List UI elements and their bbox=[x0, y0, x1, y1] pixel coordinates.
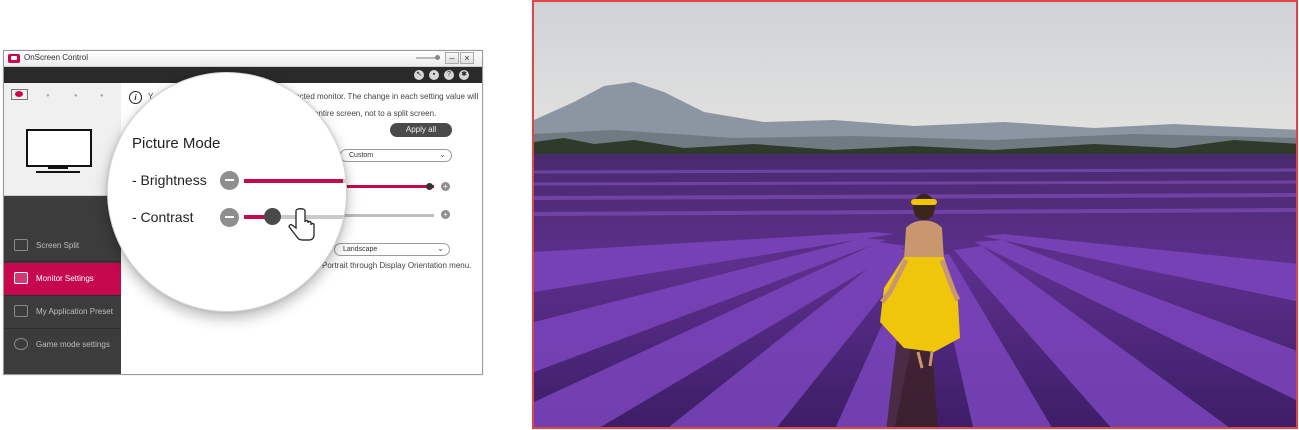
monitor-settings-icon bbox=[14, 272, 28, 284]
contrast-minus-icon[interactable] bbox=[220, 208, 239, 227]
lavender-field-photo bbox=[532, 0, 1298, 429]
title-bar: OnScreen Control – × bbox=[4, 51, 482, 67]
page-dot-icon[interactable]: ● bbox=[46, 93, 50, 99]
monitor-preview-panel: ● ● ● bbox=[4, 83, 121, 196]
sidebar-item-game-mode[interactable]: Game mode settings bbox=[4, 329, 121, 361]
monitor-stand bbox=[48, 167, 68, 169]
brightness-label: - Brightness bbox=[132, 172, 207, 188]
window-title: OnScreen Control bbox=[24, 53, 89, 62]
orientation-value: Landscape bbox=[343, 246, 378, 253]
page-dot-icon[interactable]: ● bbox=[100, 93, 104, 99]
sidebar-item-app-preset[interactable]: My Application Preset bbox=[4, 296, 121, 328]
settings-icon[interactable]: ✱ bbox=[459, 70, 469, 80]
monitor-selector-icon[interactable] bbox=[11, 89, 28, 100]
brightness-slider-zoomed[interactable] bbox=[244, 179, 346, 183]
hand-cursor-icon bbox=[288, 208, 315, 241]
divider bbox=[4, 261, 121, 262]
contrast-slider-handle[interactable] bbox=[263, 208, 281, 225]
sidebar-item-label: Game mode settings bbox=[36, 340, 110, 349]
contrast-label: - Contrast bbox=[132, 209, 194, 225]
gamepad-icon bbox=[14, 338, 28, 350]
help-icon[interactable]: ? bbox=[444, 70, 454, 80]
monitor-base bbox=[36, 171, 80, 173]
brightness-slider-handle[interactable] bbox=[426, 183, 433, 190]
monitor-icon bbox=[26, 129, 92, 167]
sidebar: ● ● ● Screen Split Monitor Settings My A… bbox=[4, 83, 121, 374]
picture-mode-label: Picture Mode bbox=[132, 135, 221, 152]
sidebar-item-label: Screen Split bbox=[36, 241, 80, 250]
info-text-line1: elected monitor. The change in each sett… bbox=[289, 92, 479, 101]
minimize-button[interactable]: – bbox=[445, 52, 459, 64]
picture-mode-select[interactable]: Custom ⌄ bbox=[340, 149, 452, 162]
brightness-slider[interactable] bbox=[342, 185, 434, 188]
cursor-icon[interactable]: ↖ bbox=[414, 70, 424, 80]
brightness-slider-fill bbox=[244, 179, 343, 183]
sidebar-item-label: Monitor Settings bbox=[36, 274, 94, 283]
brightness-minus-icon[interactable] bbox=[220, 171, 239, 190]
orientation-select[interactable]: Landscape ⌄ bbox=[334, 243, 450, 256]
picture-mode-value: Custom bbox=[349, 152, 374, 159]
orientation-note: Portrait through Display Orientation men… bbox=[322, 261, 472, 270]
contrast-slider[interactable] bbox=[342, 214, 434, 217]
chevron-down-icon: ⌄ bbox=[439, 150, 446, 159]
page-dot-icon[interactable]: ● bbox=[74, 93, 78, 99]
magnifier-callout: Picture Mode - Brightness - Contrast bbox=[107, 72, 347, 312]
info-icon: i bbox=[129, 91, 142, 104]
close-button[interactable]: × bbox=[460, 52, 474, 64]
brightness-plus-icon[interactable]: + bbox=[441, 182, 450, 191]
sidebar-item-screen-split[interactable]: Screen Split bbox=[4, 230, 121, 262]
apply-all-button[interactable]: Apply all bbox=[390, 123, 452, 137]
brightness-slider-fill bbox=[342, 185, 434, 188]
info-text-line2: entire screen, not to a split screen. bbox=[314, 109, 437, 118]
app-preset-icon bbox=[14, 305, 28, 317]
contrast-plus-icon[interactable]: + bbox=[441, 210, 450, 219]
sidebar-item-label: My Application Preset bbox=[36, 307, 113, 316]
lavender-photo-image bbox=[534, 2, 1296, 427]
display-icon[interactable]: ▪ bbox=[429, 70, 439, 80]
app-logo-icon bbox=[8, 54, 20, 63]
chevron-down-icon: ⌄ bbox=[437, 244, 444, 253]
sidebar-item-monitor-settings[interactable]: Monitor Settings bbox=[4, 263, 121, 295]
window-size-slider[interactable] bbox=[416, 55, 440, 60]
screen-split-icon bbox=[14, 239, 28, 251]
